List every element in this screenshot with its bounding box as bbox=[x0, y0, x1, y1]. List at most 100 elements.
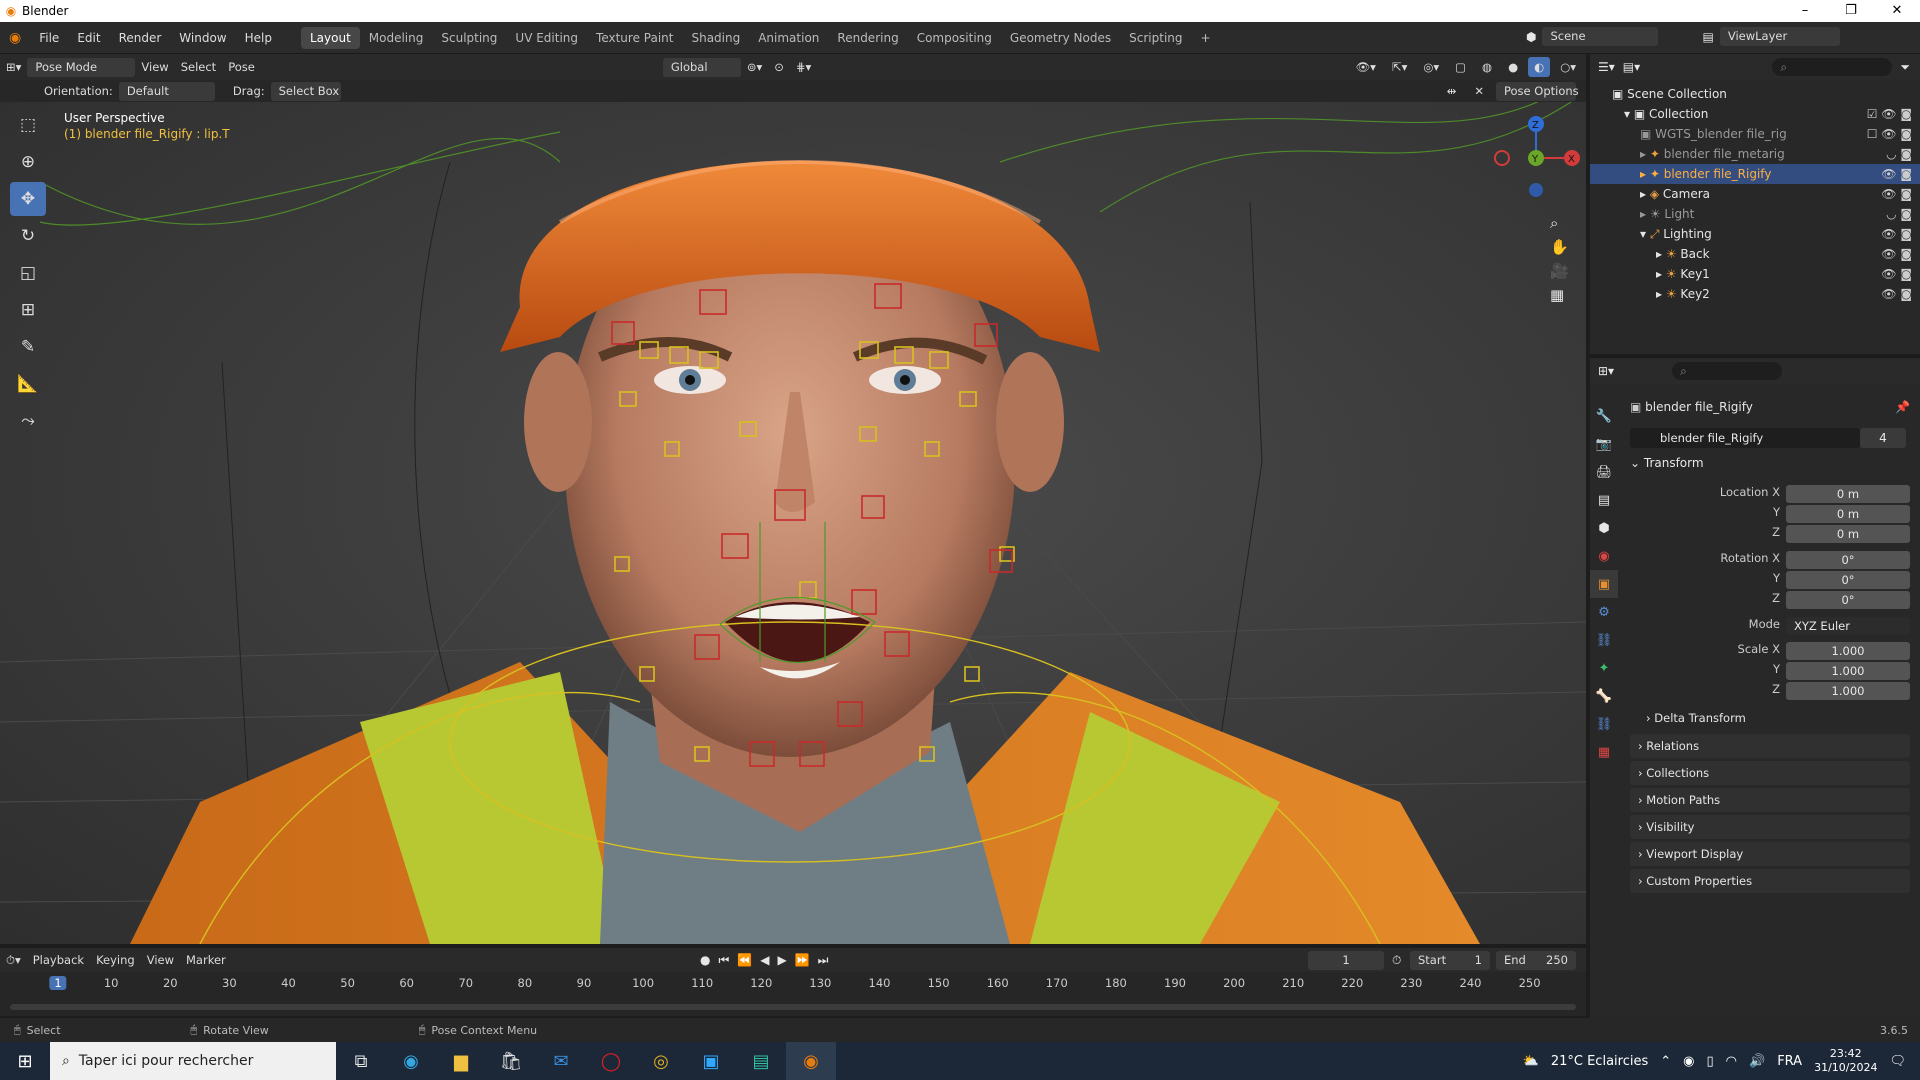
blender-taskbar-icon[interactable]: ◉ bbox=[786, 1042, 836, 1080]
menu-select[interactable]: Select bbox=[175, 57, 222, 77]
tab-scripting[interactable]: Scripting bbox=[1120, 27, 1191, 49]
pose-options-selector[interactable]: Pose Options bbox=[1496, 81, 1579, 101]
solid-shading-icon[interactable]: ● bbox=[1502, 57, 1524, 77]
move-icon[interactable]: ✥ bbox=[10, 182, 46, 216]
tab-texture-paint[interactable]: Texture Paint bbox=[587, 27, 682, 49]
delta-transform-section[interactable]: › Delta Transform bbox=[1646, 711, 1746, 725]
drag-selector[interactable]: Select Box bbox=[270, 81, 341, 101]
tab-modeling[interactable]: Modeling bbox=[360, 27, 433, 49]
zoom-icon[interactable]: ⌕ bbox=[1550, 214, 1569, 232]
navigation-gizmo[interactable]: Z X Y bbox=[1488, 110, 1584, 206]
maximize-button[interactable]: ❐ bbox=[1828, 0, 1874, 22]
rotation-mode-dropdown[interactable]: XYZ Euler bbox=[1786, 617, 1910, 635]
scale-x-field[interactable]: 1.000 bbox=[1786, 642, 1910, 660]
menu-playback[interactable]: Playback bbox=[27, 950, 90, 970]
menu-render[interactable]: Render bbox=[110, 31, 171, 45]
minimize-button[interactable]: – bbox=[1782, 0, 1828, 22]
outliner-row-key2[interactable]: ▸ ☀ Key2 👁 ◙ bbox=[1590, 284, 1920, 304]
tray-record-icon[interactable]: ◉ bbox=[1683, 1054, 1694, 1069]
expand-arrow-icon[interactable]: ▸ bbox=[1640, 167, 1650, 181]
expand-arrow-icon[interactable]: ▾ bbox=[1640, 227, 1650, 241]
bone-constraint-tab-icon[interactable]: ⛓ bbox=[1590, 710, 1618, 738]
visibility-icons[interactable]: ☑ 👁 ◙ bbox=[1867, 104, 1912, 124]
tab-layout[interactable]: Layout bbox=[300, 26, 360, 49]
visibility-icons[interactable]: 👁 ◙ bbox=[1881, 164, 1912, 184]
clock[interactable]: 23:42 31/10/2024 bbox=[1814, 1047, 1877, 1075]
tab-rendering[interactable]: Rendering bbox=[828, 27, 907, 49]
world-tab-icon[interactable]: ◉ bbox=[1590, 542, 1618, 570]
file-explorer-icon[interactable]: ▆ bbox=[436, 1042, 486, 1080]
visibility-icons[interactable]: ◡ ◙ bbox=[1886, 204, 1912, 224]
visibility-icons[interactable]: 👁 ◙ bbox=[1881, 264, 1912, 284]
rendered-shading-icon[interactable]: ○▾ bbox=[1554, 57, 1582, 77]
tab-shading[interactable]: Shading bbox=[682, 27, 749, 49]
outliner-scene-collection[interactable]: ▣ Scene Collection bbox=[1590, 84, 1920, 104]
visibility-section[interactable]: › Visibility bbox=[1630, 815, 1910, 839]
edge-browser-icon[interactable]: ◉ bbox=[386, 1042, 436, 1080]
outliner-editor-icon[interactable]: ☰▾ bbox=[1598, 60, 1615, 74]
rotation-y-field[interactable]: 0° bbox=[1786, 571, 1910, 589]
render-tab-icon[interactable]: 📷 bbox=[1590, 430, 1618, 458]
menu-pose[interactable]: Pose bbox=[222, 57, 261, 77]
scene-selector[interactable]: Scene bbox=[1542, 27, 1659, 46]
menu-file[interactable]: File bbox=[30, 31, 68, 45]
menu-keying[interactable]: Keying bbox=[90, 950, 141, 970]
outliner-row-key1[interactable]: ▸ ☀ Key1 👁 ◙ bbox=[1590, 264, 1920, 284]
visibility-icons[interactable]: 👁 ◙ bbox=[1881, 224, 1912, 244]
menu-help[interactable]: Help bbox=[236, 31, 281, 45]
tab-animation[interactable]: Animation bbox=[749, 27, 828, 49]
tab-compositing[interactable]: Compositing bbox=[908, 27, 1001, 49]
outliner-row-light[interactable]: ▸ ☀ Light ◡ ◙ bbox=[1590, 204, 1920, 224]
language-indicator[interactable]: FRA bbox=[1777, 1054, 1802, 1069]
outliner-row-back[interactable]: ▸ ☀ Back 👁 ◙ bbox=[1590, 244, 1920, 264]
expand-arrow-icon[interactable]: ▸ bbox=[1656, 287, 1666, 301]
output-tab-icon[interactable]: 🖨 bbox=[1590, 458, 1618, 486]
scale-y-field[interactable]: 1.000 bbox=[1786, 662, 1910, 680]
outliner-row-lighting[interactable]: ▾ ⤢ Lighting 👁 ◙ bbox=[1590, 224, 1920, 244]
scale-z-field[interactable]: 1.000 bbox=[1786, 682, 1910, 700]
menu-marker[interactable]: Marker bbox=[180, 950, 232, 970]
camera-view-icon[interactable]: 🎥 bbox=[1550, 262, 1569, 280]
expand-arrow-icon[interactable]: ▾ bbox=[1624, 107, 1634, 121]
viewport-display-section[interactable]: › Viewport Display bbox=[1630, 842, 1910, 866]
transform-section-header[interactable]: ⌄ Transform bbox=[1630, 456, 1704, 470]
play-icon[interactable]: ▶ bbox=[777, 953, 786, 968]
expand-arrow-icon[interactable]: ▸ bbox=[1640, 207, 1650, 221]
visibility-icons[interactable]: ◡ ◙ bbox=[1886, 144, 1912, 164]
scale-icon[interactable]: ◱ bbox=[10, 256, 46, 290]
properties-search-icon[interactable]: ⌕ bbox=[1672, 362, 1783, 380]
pose-mirror-icon[interactable]: ⇹ bbox=[1441, 81, 1463, 101]
motion-paths-section[interactable]: › Motion Paths bbox=[1630, 788, 1910, 812]
play-reverse-icon[interactable]: ◀ bbox=[760, 953, 769, 968]
chrome-browser-icon[interactable]: ◎ bbox=[636, 1042, 686, 1080]
annotate-icon[interactable]: ✎ bbox=[10, 330, 46, 364]
users-count[interactable]: 4 bbox=[1860, 428, 1906, 448]
outliner-display-icon[interactable]: ▤▾ bbox=[1623, 60, 1640, 74]
measure-icon[interactable]: 📐 bbox=[10, 367, 46, 401]
transform-icon[interactable]: ⊞ bbox=[10, 293, 46, 327]
outliner-row-collection[interactable]: ▾ ▣ Collection ☑ 👁 ◙ bbox=[1590, 104, 1920, 124]
task-view-icon[interactable]: ⧉ bbox=[336, 1042, 386, 1080]
tray-battery-icon[interactable]: ▯ bbox=[1707, 1054, 1714, 1069]
menu-window[interactable]: Window bbox=[170, 31, 235, 45]
outliner-row-metarig[interactable]: ▸ ✦ blender file_metarig ◡ ◙ bbox=[1590, 144, 1920, 164]
pose-x-icon[interactable]: ✕ bbox=[1468, 81, 1490, 101]
object-tab-icon[interactable]: ▣ bbox=[1590, 570, 1618, 598]
timeline-editor-icon[interactable]: ⏱▾ bbox=[0, 950, 27, 970]
visibility-icons[interactable]: 👁 ◙ bbox=[1881, 184, 1912, 204]
expand-arrow-icon[interactable]: ▸ bbox=[1656, 247, 1666, 261]
weather-text[interactable]: 21°C Eclaircies bbox=[1551, 1054, 1648, 1069]
constraints-tab-icon[interactable]: ⛓ bbox=[1590, 626, 1618, 654]
expand-arrow-icon[interactable]: ▸ bbox=[1656, 267, 1666, 281]
current-frame-field[interactable]: 1 bbox=[1308, 950, 1384, 970]
mail-icon[interactable]: ✉ bbox=[536, 1042, 586, 1080]
timeline-area[interactable]: 1 10 20 30 40 50 60 70 80 90 100 110 120 130 140 150 160… bbox=[0, 972, 1586, 1016]
menu-view[interactable]: View bbox=[135, 57, 174, 77]
viewlayer-selector[interactable]: ViewLayer bbox=[1719, 27, 1840, 46]
menu-edit[interactable]: Edit bbox=[68, 31, 109, 45]
visibility-icons[interactable]: 👁 ◙ bbox=[1881, 244, 1912, 264]
volume-icon[interactable]: 🔊 bbox=[1749, 1054, 1765, 1069]
mixamo-app-icon[interactable]: ▤ bbox=[736, 1042, 786, 1080]
snap-target-icon[interactable]: ⋕▾ bbox=[790, 57, 817, 77]
weather-icon[interactable]: ⛅ bbox=[1523, 1054, 1539, 1069]
